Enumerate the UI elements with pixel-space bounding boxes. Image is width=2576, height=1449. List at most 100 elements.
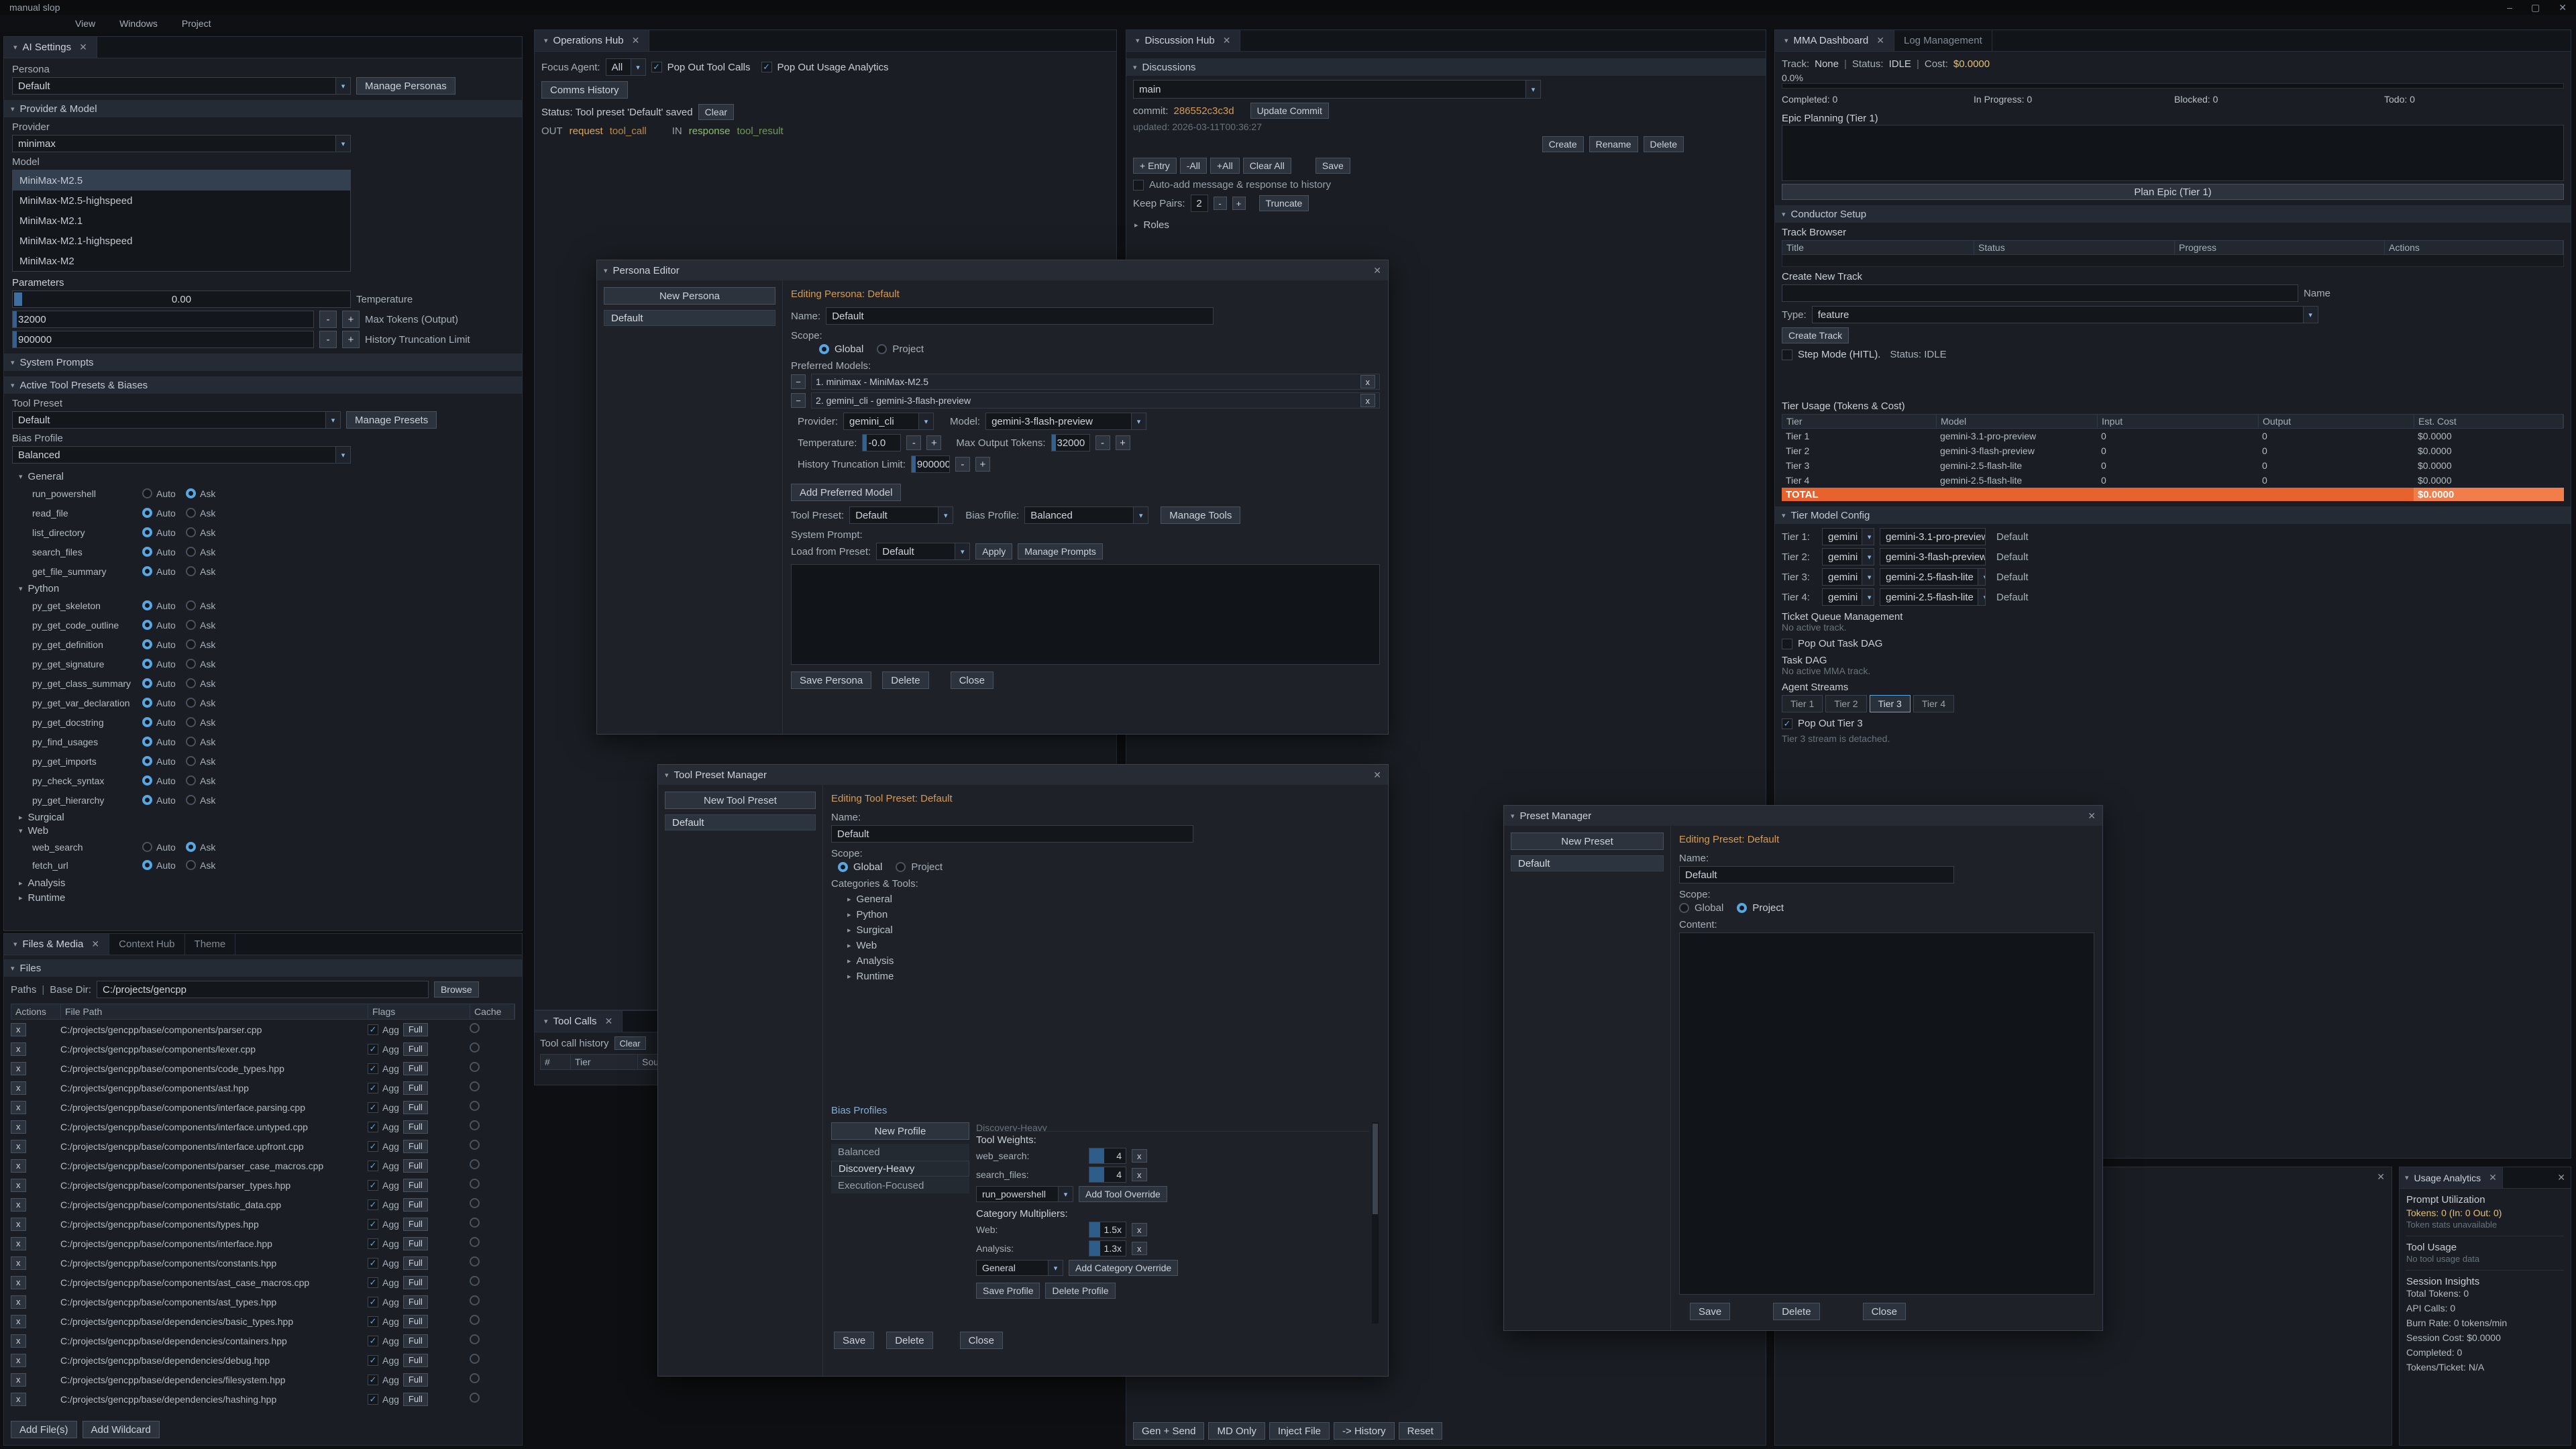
composer-button[interactable]: MD Only — [1208, 1422, 1265, 1440]
auto-radio[interactable] — [142, 775, 152, 786]
tool-preset-name-input[interactable]: Default — [831, 825, 1193, 843]
slider-handle[interactable] — [14, 292, 22, 306]
remove-file-button[interactable]: x — [11, 1062, 26, 1075]
decrement-button[interactable]: - — [906, 435, 921, 450]
close-icon[interactable]: ✕ — [79, 42, 87, 53]
tier-model-select[interactable]: gemini-2.5-flash-lite▾ — [1880, 588, 1986, 606]
full-button[interactable]: Full — [403, 1373, 428, 1387]
delete-discussion-button[interactable]: Delete — [1644, 136, 1684, 152]
model-option[interactable]: MiniMax-M2 — [13, 251, 350, 271]
cache-indicator-icon[interactable] — [470, 1179, 480, 1189]
paths-label[interactable]: Paths — [11, 984, 36, 996]
cache-indicator-icon[interactable] — [470, 1295, 480, 1305]
menu-item[interactable]: Project — [182, 18, 211, 29]
close-icon[interactable]: ✕ — [2489, 1172, 2497, 1183]
system-prompt-textarea[interactable] — [791, 564, 1380, 665]
pop-out-task-dag-checkbox[interactable] — [1782, 639, 1792, 649]
decrement-button[interactable]: - — [319, 331, 337, 348]
roles-header[interactable]: ▸Roles — [1134, 219, 1759, 231]
auto-radio[interactable] — [142, 737, 152, 747]
auto-add-checkbox[interactable] — [1133, 180, 1144, 191]
delete-persona-button[interactable]: Delete — [882, 672, 928, 689]
ask-radio[interactable] — [186, 698, 196, 708]
tool-group-runtime[interactable]: ▸Runtime — [19, 892, 514, 904]
auto-radio[interactable] — [142, 795, 152, 805]
agg-checkbox[interactable]: ✓ — [368, 1297, 378, 1307]
auto-radio[interactable] — [142, 717, 152, 727]
manage-personas-button[interactable]: Manage Personas — [356, 77, 455, 95]
entry-button[interactable]: + Entry — [1133, 158, 1177, 174]
new-persona-button[interactable]: New Persona — [604, 287, 775, 305]
tab-tool-calls[interactable]: ▾ Tool Calls ✕ — [535, 1011, 623, 1032]
temperature-slider[interactable]: 0.00 — [12, 290, 351, 308]
full-button[interactable]: Full — [403, 1023, 428, 1036]
tab-files-media[interactable]: ▾ Files & Media ✕ — [4, 934, 109, 955]
profile-list-item[interactable]: Balanced — [831, 1144, 969, 1160]
remove-file-button[interactable]: x — [11, 1042, 26, 1056]
auto-radio[interactable] — [142, 488, 152, 498]
increment-button[interactable]: + — [342, 311, 360, 328]
remove-file-button[interactable]: x — [11, 1334, 26, 1348]
weight-input[interactable]: 4 — [1089, 1148, 1126, 1164]
close-icon[interactable]: ✕ — [605, 1016, 613, 1027]
save-button[interactable]: Save — [1690, 1303, 1730, 1320]
remove-file-button[interactable]: x — [11, 1354, 26, 1367]
decrement-button[interactable]: - — [319, 311, 337, 328]
cache-indicator-icon[interactable] — [470, 1101, 480, 1111]
close-icon[interactable]: ✕ — [1876, 35, 1884, 46]
auto-radio[interactable] — [142, 860, 152, 870]
add-files-button[interactable]: Add File(s) — [11, 1421, 77, 1438]
cache-indicator-icon[interactable] — [470, 1140, 480, 1150]
keep-pairs-decrement[interactable]: - — [1214, 197, 1227, 210]
multiplier-input[interactable]: 1.5x — [1089, 1222, 1126, 1238]
agg-checkbox[interactable]: ✓ — [368, 1161, 378, 1171]
agg-checkbox[interactable]: ✓ — [368, 1024, 378, 1035]
multiplier-input[interactable]: 1.3x — [1089, 1240, 1126, 1256]
remove-file-button[interactable]: x — [11, 1023, 26, 1036]
remove-file-button[interactable]: x — [11, 1276, 26, 1289]
category-tree-item[interactable]: ▸Python — [847, 907, 1380, 922]
close-button[interactable]: Close — [960, 1332, 1003, 1349]
close-icon[interactable]: ✕ — [1223, 35, 1231, 46]
ask-radio[interactable] — [186, 527, 196, 537]
category-tree-item[interactable]: ▸Surgical — [847, 922, 1380, 938]
category-tree-item[interactable]: ▸Analysis — [847, 953, 1380, 969]
remove-multiplier-button[interactable]: x — [1132, 1223, 1147, 1236]
close-button[interactable]: Close — [1863, 1303, 1906, 1320]
add-tool-override-button[interactable]: Add Tool Override — [1079, 1186, 1167, 1202]
cache-indicator-icon[interactable] — [470, 1120, 480, 1130]
auto-radio[interactable] — [142, 508, 152, 518]
model-option[interactable]: MiniMax-M2.1 — [13, 211, 350, 231]
ask-radio[interactable] — [186, 600, 196, 610]
conductor-setup-header[interactable]: ▾Conductor Setup — [1775, 205, 2571, 223]
ask-radio[interactable] — [186, 842, 196, 852]
tool-group-general[interactable]: ▾General — [19, 470, 514, 482]
rename-discussion-button[interactable]: Rename — [1589, 136, 1638, 152]
scope-project-radio[interactable] — [877, 344, 887, 354]
cache-indicator-icon[interactable] — [470, 1062, 480, 1072]
tier-provider-select[interactable]: gemini▾ — [1822, 588, 1874, 606]
weight-input[interactable]: 4 — [1089, 1167, 1126, 1183]
persona-list-item[interactable]: Default — [604, 310, 775, 326]
profile-list-item[interactable]: Discovery-Heavy — [831, 1161, 969, 1177]
add-wildcard-button[interactable]: Add Wildcard — [83, 1421, 160, 1438]
max-output-input[interactable]: 32000 — [1051, 434, 1090, 451]
tier-provider-select[interactable]: gemini▾ — [1822, 548, 1874, 566]
tab-discussion-hub[interactable]: ▾ Discussion Hub ✕ — [1126, 30, 1240, 51]
ask-radio[interactable] — [186, 775, 196, 786]
tool-group-web[interactable]: ▾Web — [19, 824, 514, 837]
auto-radio[interactable] — [142, 756, 152, 766]
remove-file-button[interactable]: x — [11, 1256, 26, 1270]
scrollbar[interactable] — [1372, 1122, 1379, 1324]
remove-file-button[interactable]: x — [11, 1315, 26, 1328]
close-icon[interactable]: ✕ — [91, 938, 99, 950]
remove-weight-button[interactable]: x — [1132, 1149, 1147, 1163]
max-tokens-input[interactable]: 32000 — [12, 311, 314, 328]
increment-button[interactable]: + — [1116, 435, 1130, 450]
preset-name-input[interactable]: Default — [1679, 866, 1954, 883]
stream-tab[interactable]: Tier 3 — [1870, 695, 1911, 712]
full-button[interactable]: Full — [403, 1042, 428, 1056]
ask-radio[interactable] — [186, 659, 196, 669]
close-icon[interactable]: ✕ — [632, 35, 640, 46]
category-override-select[interactable]: General▾ — [976, 1260, 1063, 1276]
